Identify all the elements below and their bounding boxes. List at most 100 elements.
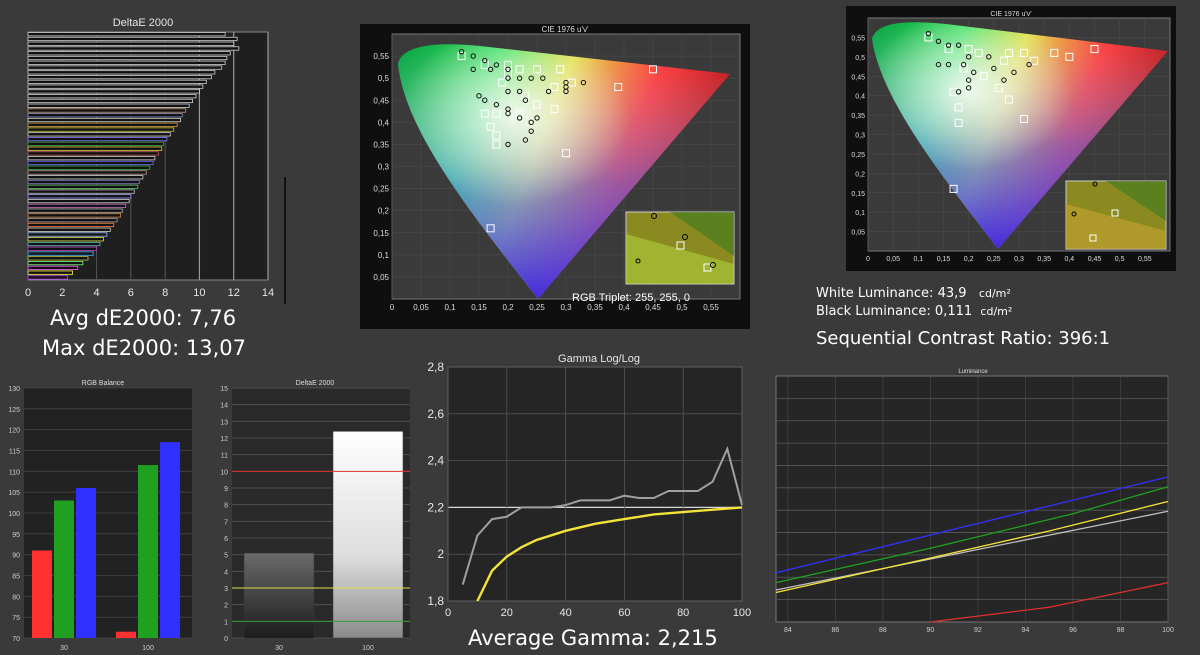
average-gamma: Average Gamma: 2,215 xyxy=(468,626,718,650)
bar xyxy=(27,232,108,237)
bar xyxy=(27,213,121,218)
x-tick-label: 100 xyxy=(142,645,154,652)
x-tick-label: 12 xyxy=(228,287,240,299)
bar xyxy=(27,122,178,127)
bar xyxy=(27,60,226,65)
y-tick-label: 0,45 xyxy=(373,96,389,105)
y-tick-label: 0,15 xyxy=(373,229,389,238)
x-tick-label: 0,35 xyxy=(587,303,603,312)
y-tick-label: 15 xyxy=(220,386,228,393)
bar xyxy=(54,500,74,638)
bar xyxy=(243,552,315,639)
bar xyxy=(27,275,68,280)
x-tick-label: 98 xyxy=(1117,627,1125,634)
y-tick-label: 1 xyxy=(224,619,228,626)
y-tick-label: 110 xyxy=(9,469,20,476)
y-tick-label: 90 xyxy=(12,553,20,560)
chart-title: Gamma Log/Log xyxy=(558,353,640,365)
bar xyxy=(27,41,235,46)
y-tick-label: 2,6 xyxy=(427,407,444,421)
bar xyxy=(27,141,164,146)
y-tick-label: 2,8 xyxy=(427,360,444,374)
x-tick-label: 20 xyxy=(501,607,513,619)
x-tick-label: 14 xyxy=(262,287,274,299)
y-tick-label: 0 xyxy=(224,636,228,643)
cie-right-chart: CIE 1976 u'v' 0 0,05 0,1 0,15 0,2 0,25 0,3 0,35… xyxy=(846,6,1176,271)
x-tick-label: 80 xyxy=(677,607,689,619)
x-tick-label: 0,55 xyxy=(703,303,719,312)
x-tick-label: 92 xyxy=(974,627,982,634)
bar xyxy=(27,103,190,108)
x-tick-label: 10 xyxy=(193,287,205,299)
bar xyxy=(27,256,89,261)
y-tick-label: 3 xyxy=(224,586,228,593)
x-tick-label: 30 xyxy=(60,645,68,652)
rgb-balance-chart: RGB Balance 70 75 80 85 90 95 100 105 110 115 120 1… xyxy=(0,378,200,655)
bar xyxy=(27,55,228,61)
chart-title: CIE 1976 u'v' xyxy=(990,11,1031,18)
x-tick-label: 0 xyxy=(866,256,870,263)
bar xyxy=(27,32,226,37)
x-tick-label: 100 xyxy=(1162,627,1174,634)
x-tick-label: 84 xyxy=(784,627,792,634)
white-luminance: White Luminance: 43,9 cd/m² xyxy=(816,286,1011,301)
x-tick-label: 0,4 xyxy=(1064,256,1074,263)
y-tick-label: 70 xyxy=(12,636,20,643)
x-tick-label: 0 xyxy=(445,607,451,619)
x-tick-label: 96 xyxy=(1069,627,1077,634)
y-tick-label: 85 xyxy=(12,574,20,581)
x-tick-label: 90 xyxy=(927,627,935,634)
x-tick-label: 100 xyxy=(733,607,751,619)
x-tick-label: 0,2 xyxy=(964,256,974,263)
cie-main-chart: CIE 1976 u'v' 0 0,05 0,1 0,15 0,2 0,25 0,3 0,35… xyxy=(360,24,750,329)
bar xyxy=(27,184,139,189)
y-tick-label: 6 xyxy=(224,536,228,543)
max-de-stat: Max dE2000: 13,07 xyxy=(42,336,247,360)
x-tick-label: 0,5 xyxy=(676,303,688,312)
y-tick-label: 0,3 xyxy=(855,133,865,140)
x-tick-label: 0,3 xyxy=(1014,256,1024,263)
bar xyxy=(27,94,197,99)
x-tick-label: 0,15 xyxy=(471,303,487,312)
chart-title: CIE 1976 u'v' xyxy=(541,25,589,34)
x-tick-label: 0,15 xyxy=(937,256,951,263)
bar xyxy=(27,137,168,142)
y-tick-label: 100 xyxy=(8,511,20,518)
y-tick-label: 8 xyxy=(224,503,228,510)
y-tick-label: 130 xyxy=(8,386,20,393)
bar xyxy=(27,156,156,161)
black-luminance: Black Luminance: 0,111 cd/m² xyxy=(816,304,1013,319)
y-tick-label: 0,4 xyxy=(378,118,390,127)
deltae-grey-chart: DeltaE 2000 012345678910111213141530 100 xyxy=(220,380,410,652)
bar xyxy=(27,132,171,137)
x-tick-label: 0,2 xyxy=(502,303,514,312)
y-tick-label: 10 xyxy=(220,469,228,476)
y-tick-label: 12 xyxy=(220,436,228,443)
y-tick-label: 0,3 xyxy=(378,163,390,172)
y-tick-label: 14 xyxy=(220,403,228,410)
x-tick-label: 0,1 xyxy=(913,256,923,263)
y-tick-label: 105 xyxy=(8,490,20,497)
y-tick-label: 11 xyxy=(221,453,228,460)
x-tick-label: 0,3 xyxy=(560,303,572,312)
avg-de-stat: Avg dE2000: 7,76 xyxy=(50,306,237,330)
y-tick-label: 0,55 xyxy=(851,35,865,42)
x-tick-label: 0,25 xyxy=(987,256,1001,263)
x-tick-label: 0,05 xyxy=(413,303,429,312)
x-tick-label: 4 xyxy=(94,287,100,299)
bar xyxy=(27,160,154,166)
bar xyxy=(27,170,147,175)
x-tick-label: 94 xyxy=(1022,627,1030,634)
bar xyxy=(27,237,104,242)
x-tick-label: 0,4 xyxy=(618,303,630,312)
bar xyxy=(27,46,240,51)
y-tick-label: 7 xyxy=(224,519,228,526)
chart-title: DeltaE 2000 xyxy=(113,17,174,29)
x-tick-label: 0 xyxy=(25,287,31,299)
y-tick-label: 120 xyxy=(8,428,20,435)
x-tick-label: 0,45 xyxy=(645,303,661,312)
bar xyxy=(160,442,180,638)
x-tick-label: 0,35 xyxy=(1037,256,1051,263)
bar xyxy=(27,36,238,42)
bar xyxy=(27,108,187,113)
